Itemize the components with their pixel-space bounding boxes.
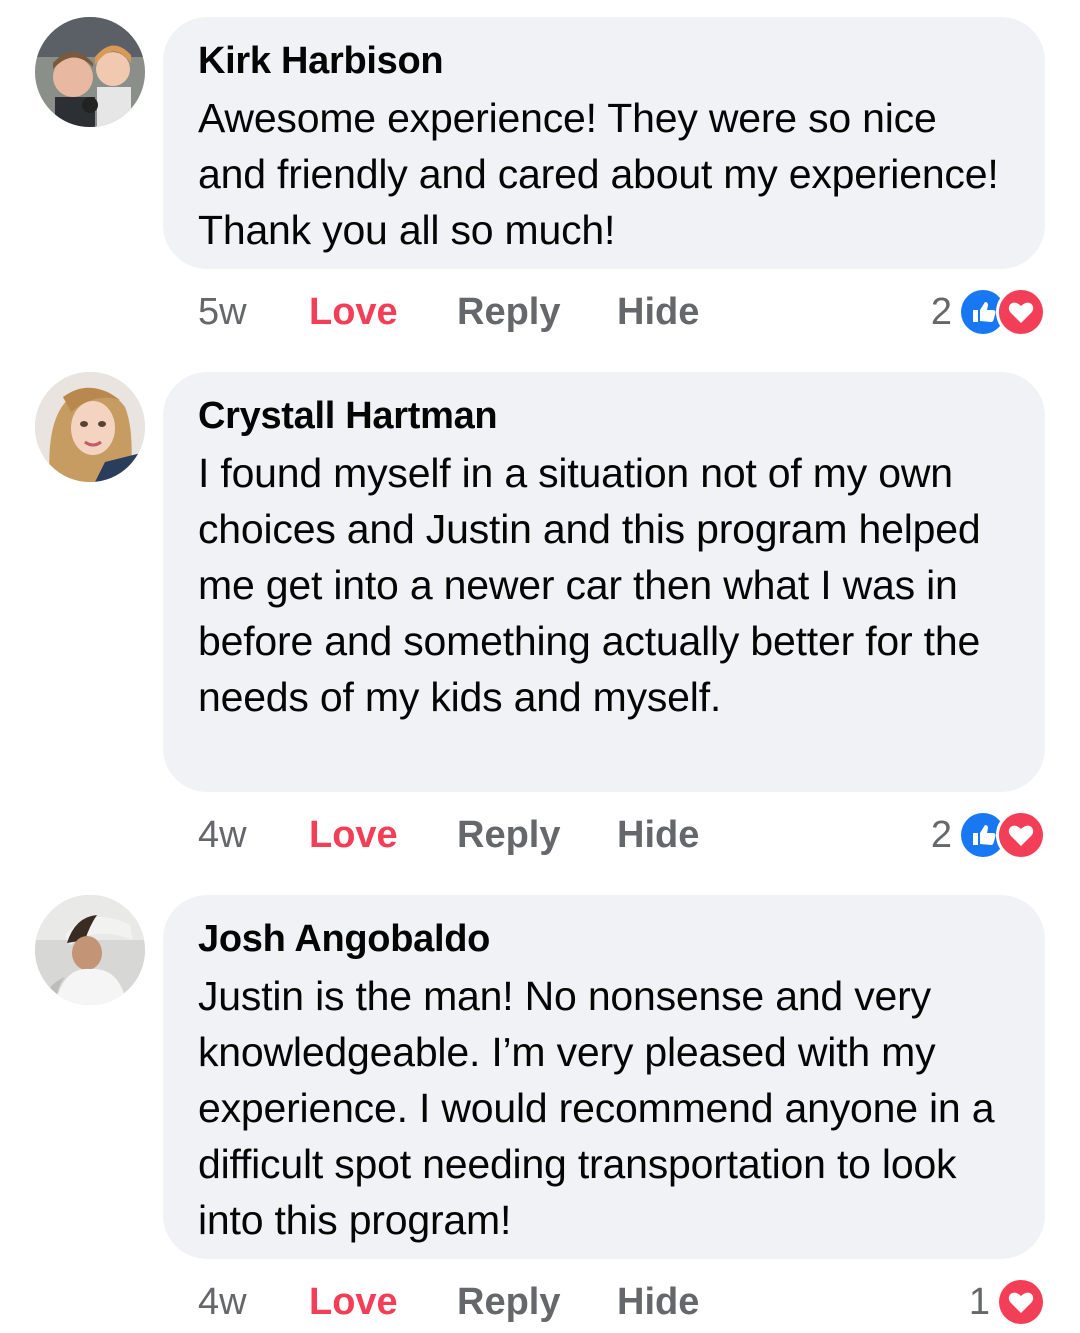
reaction-count: 2 — [930, 814, 952, 856]
comment-bubble: Josh Angobaldo Justin is the man! No non… — [163, 895, 1045, 1259]
comment-bubble: Kirk Harbison Awesome experience! They w… — [163, 17, 1045, 269]
hide-button[interactable]: Hide — [617, 1277, 699, 1327]
reaction-count: 2 — [930, 291, 952, 333]
love-icon — [996, 287, 1046, 337]
reply-button[interactable]: Reply — [457, 1277, 560, 1327]
avatar-photo — [35, 17, 145, 127]
love-button[interactable]: Love — [309, 287, 398, 337]
reaction-summary[interactable]: 2 — [931, 810, 1046, 860]
comment-text: Awesome experience! They were so nice an… — [198, 95, 999, 253]
reaction-count: 1 — [968, 1281, 990, 1323]
love-button[interactable]: Love — [309, 1277, 398, 1327]
hide-button[interactable]: Hide — [617, 810, 699, 860]
comment-author[interactable]: Josh Angobaldo — [198, 917, 1011, 961]
comment-actions: 4w Love Reply Hide — [198, 810, 1048, 860]
comment-timestamp[interactable]: 4w — [198, 1277, 247, 1327]
love-icon — [996, 1277, 1046, 1327]
comment-text: I found myself in a situation not of my … — [198, 450, 981, 720]
avatar[interactable] — [35, 17, 145, 127]
love-icon — [996, 810, 1046, 860]
comment-timestamp[interactable]: 5w — [198, 287, 247, 337]
reaction-summary[interactable]: 2 — [931, 287, 1046, 337]
comment-author[interactable]: Crystall Hartman — [198, 394, 1011, 438]
reply-button[interactable]: Reply — [457, 810, 560, 860]
hide-button[interactable]: Hide — [617, 287, 699, 337]
reply-button[interactable]: Reply — [457, 287, 560, 337]
avatar[interactable] — [35, 372, 145, 482]
avatar-photo — [35, 372, 145, 482]
comment-actions: 5w Love Reply Hide — [198, 287, 1048, 337]
comment-author[interactable]: Kirk Harbison — [198, 39, 1011, 83]
comment-timestamp[interactable]: 4w — [198, 810, 247, 860]
avatar[interactable] — [35, 895, 145, 1005]
comment-bubble: Crystall Hartman I found myself in a sit… — [163, 372, 1045, 792]
comment-actions: 4w Love Reply Hide — [198, 1277, 1048, 1327]
avatar-photo — [35, 895, 145, 1005]
love-button[interactable]: Love — [309, 810, 398, 860]
comment-text: Justin is the man! No nonsense and very … — [198, 973, 995, 1243]
reaction-summary[interactable]: 1 — [969, 1277, 1046, 1327]
